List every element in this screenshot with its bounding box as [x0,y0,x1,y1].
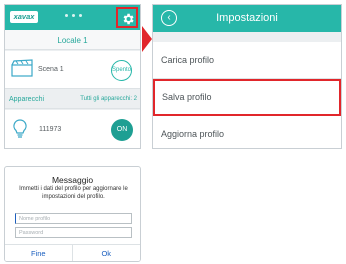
bulb-icon [13,119,27,138]
cancel-button[interactable]: Fine [5,245,73,261]
profile-name-input[interactable] [15,213,132,224]
password-input[interactable] [15,227,132,238]
settings-screen: ‹ Impostazioni Carica profilo Salva prof… [152,4,342,149]
dialog-title: Messaggio [51,175,94,185]
scene-row[interactable]: Scena 1 Spento [5,51,140,89]
menu-item-aggiorna-profilo[interactable]: Aggiorna profilo [153,116,341,148]
ok-button[interactable]: Ok [73,245,141,261]
device-id: 111973 [39,126,62,133]
devices-title: Apparecchi [9,96,45,103]
device-on-button[interactable]: ON [111,119,133,141]
location-title: Locale 1 [5,30,140,50]
dialog-message: Immetti i dati del profilo per aggiornar… [19,186,128,200]
page-indicator[interactable] [65,14,82,17]
brand-logo: xavax [10,11,38,23]
page-dot [79,14,82,17]
settings-header: ‹ Impostazioni [153,5,341,32]
scene-icon [11,59,33,77]
page-dot [65,14,68,17]
settings-button[interactable] [116,7,138,28]
menu-item-carica-profilo[interactable]: Carica profilo [153,42,341,79]
menu-item-salva-profilo[interactable]: Salva profilo [153,79,341,116]
device-row[interactable]: 111973 ON [5,110,140,148]
settings-title: Impostazioni [216,12,278,24]
gear-icon [123,13,134,25]
all-devices-link[interactable]: Tutti gli apparecchi: 2 [80,96,137,102]
message-dialog: Messaggio Immetti i dati del profilo per… [4,166,141,262]
main-screen: xavax Locale 1 Scena 1 Spento Apparecchi… [4,4,141,149]
dialog-buttons: Fine Ok [5,244,140,261]
top-bar: xavax [5,5,140,30]
devices-header: Apparecchi Tutti gli apparecchi: 2 [5,90,140,109]
page-dot [72,14,75,17]
scene-off-button[interactable]: Spento [111,60,132,81]
scene-label: Scena 1 [38,66,64,73]
arrow-right-icon [142,26,152,52]
